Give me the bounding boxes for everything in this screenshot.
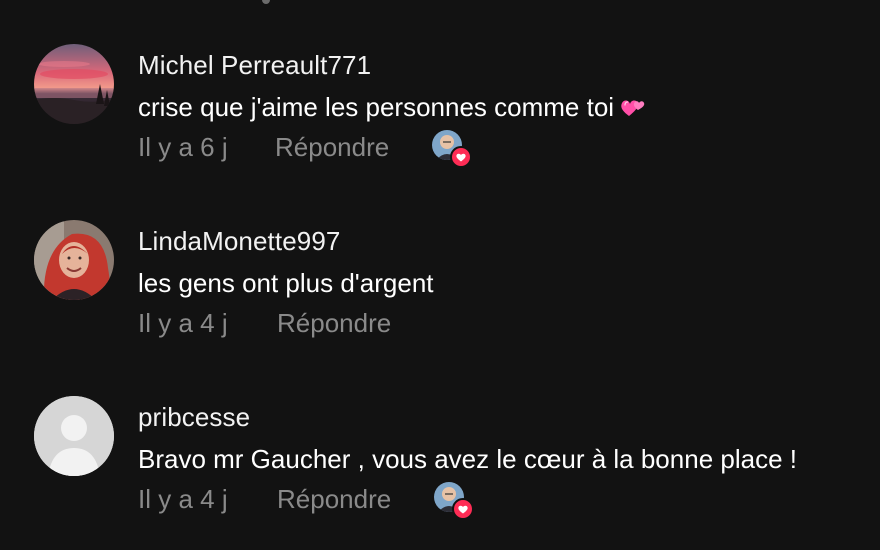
comment-timestamp: Il y a 6 j: [138, 132, 228, 162]
sunset-landscape-avatar-image: [34, 44, 114, 124]
reply-button[interactable]: Répondre: [277, 308, 391, 339]
comment-username[interactable]: pribcesse: [138, 402, 250, 433]
comment-meta: Il y a 4 j Répondre: [138, 484, 391, 515]
comment-username[interactable]: Michel Perreault771: [138, 50, 371, 81]
avatar-linda[interactable]: [34, 220, 114, 300]
truncated-glyph: [262, 0, 270, 4]
creator-liked-indicator: [434, 482, 474, 520]
creator-liked-indicator: [432, 130, 472, 168]
comment-meta: Il y a 6 j Répondre: [138, 132, 389, 163]
default-user-icon: [34, 396, 114, 476]
comment-item: LindaMonette997 les gens ont plus d'arge…: [0, 204, 880, 364]
reply-button[interactable]: Répondre: [277, 484, 391, 515]
previous-comment-edge: [0, 0, 880, 6]
reply-button[interactable]: Répondre: [275, 132, 389, 163]
comment-text: les gens ont plus d'argent: [138, 268, 434, 298]
two-hearts-icon: [620, 96, 646, 127]
avatar-michel[interactable]: [34, 44, 114, 124]
comment-text-content: crise que j'aime les personnes comme toi: [138, 92, 615, 122]
avatar-pribcesse[interactable]: [34, 396, 114, 476]
comment-username[interactable]: LindaMonette997: [138, 226, 340, 257]
comment-timestamp: Il y a 4 j: [138, 308, 228, 338]
portrait-avatar-image: [34, 220, 114, 300]
comment-item: pribcesse Bravo mr Gaucher , vous avez l…: [0, 380, 880, 540]
comment-meta: Il y a 4 j Répondre: [138, 308, 391, 339]
comment-text: crise que j'aime les personnes comme toi: [138, 92, 646, 127]
heart-icon: [450, 146, 472, 168]
heart-icon: [452, 498, 474, 520]
comment-text: Bravo mr Gaucher , vous avez le cœur à l…: [138, 444, 797, 474]
comment-item: Michel Perreault771 crise que j'aime les…: [0, 28, 880, 188]
comment-timestamp: Il y a 4 j: [138, 484, 228, 514]
